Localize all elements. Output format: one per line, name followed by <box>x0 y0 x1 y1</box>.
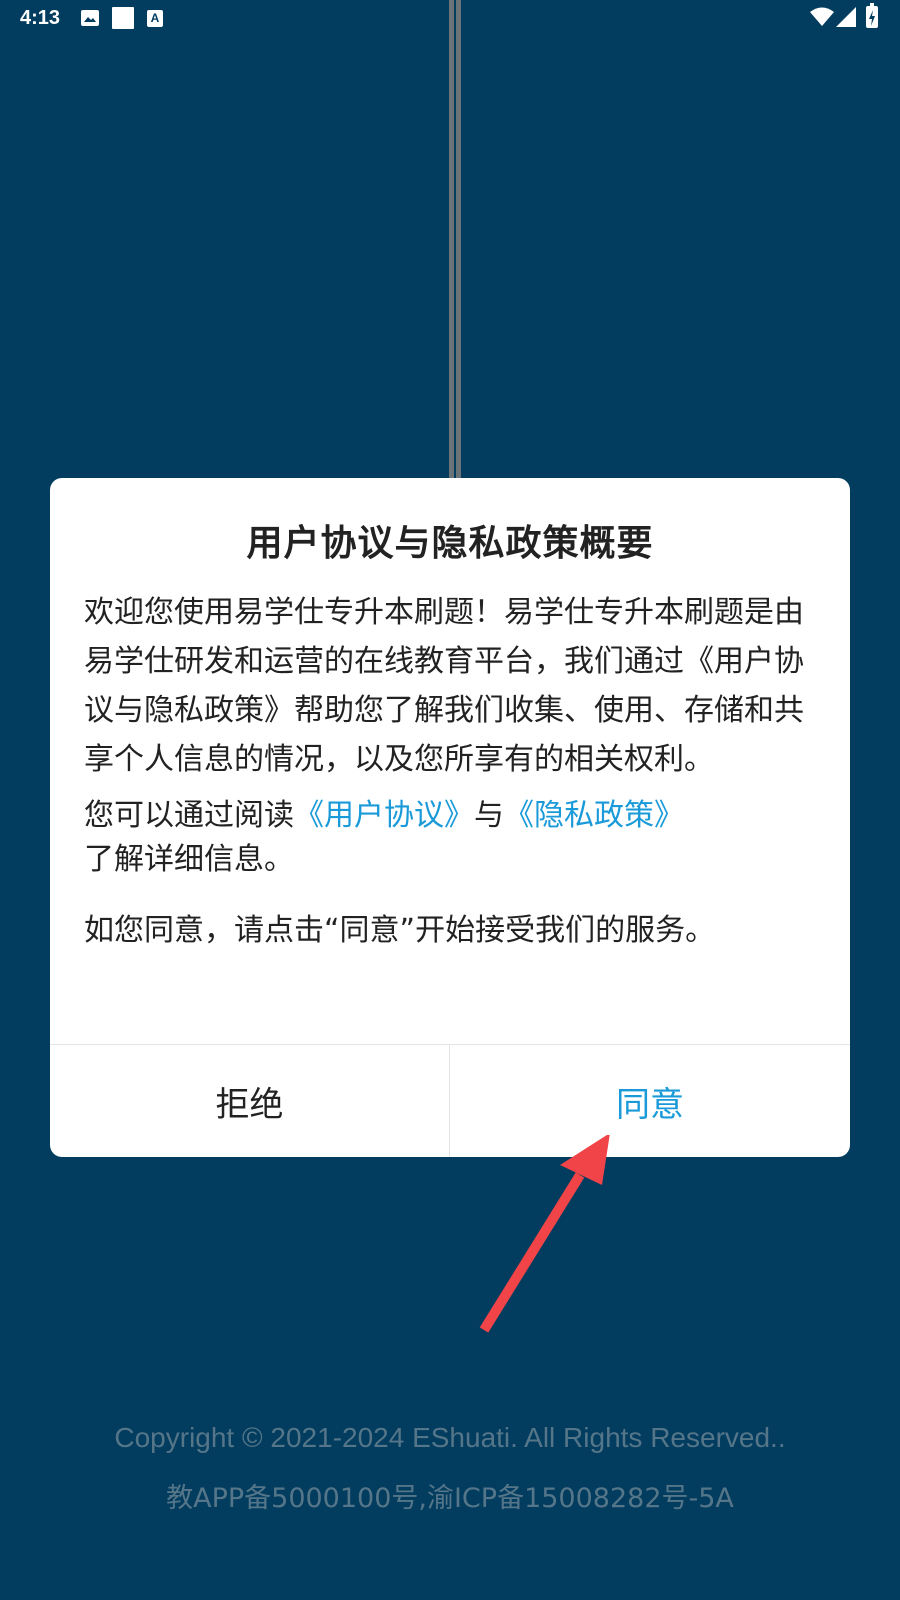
a-icon: A <box>147 10 163 27</box>
background-line <box>449 0 454 480</box>
arrow-pointer-icon <box>470 1133 630 1344</box>
privacy-policy-link[interactable]: 《隐私政策》 <box>504 798 684 833</box>
links-paragraph-suffix: 了解详细信息。 <box>84 842 294 877</box>
reject-button[interactable]: 拒绝 <box>50 1045 449 1157</box>
user-agreement-link[interactable]: 《用户协议》 <box>294 798 474 833</box>
agreement-dialog: 用户协议与隐私政策概要 欢迎您使用易学仕专升本刷题！易学仕专升本刷题是由易学仕研… <box>50 478 850 1157</box>
image-icon <box>81 10 99 26</box>
links-paragraph-prefix: 您可以通过阅读 <box>84 798 294 833</box>
links-paragraph: 您可以通过阅读《用户协议》与《隐私政策》了解详细信息。 <box>84 794 816 882</box>
background-line <box>456 0 461 480</box>
status-time: 4:13 <box>20 7 61 29</box>
footer-copyright: Copyright © 2021-2024 EShuati. All Right… <box>114 1422 786 1453</box>
footer-icp: 教APP备5000100号,渝ICP备15008282号-5A <box>166 1483 734 1514</box>
dialog-body: 欢迎您使用易学仕专升本刷题！易学仕专升本刷题是由易学仕研发和运营的在线教育平台，… <box>84 588 816 955</box>
battery-charging-icon <box>866 3 878 28</box>
square-icon <box>112 7 134 29</box>
signal-icon <box>836 7 858 32</box>
intro-paragraph: 欢迎您使用易学仕专升本刷题！易学仕专升本刷题是由易学仕研发和运营的在线教育平台，… <box>84 595 804 777</box>
wifi-icon <box>810 7 834 32</box>
links-paragraph-joiner: 与 <box>474 798 504 833</box>
dialog-title: 用户协议与隐私政策概要 <box>246 523 654 564</box>
consent-paragraph: 如您同意，请点击“同意”开始接受我们的服务。 <box>84 913 716 948</box>
